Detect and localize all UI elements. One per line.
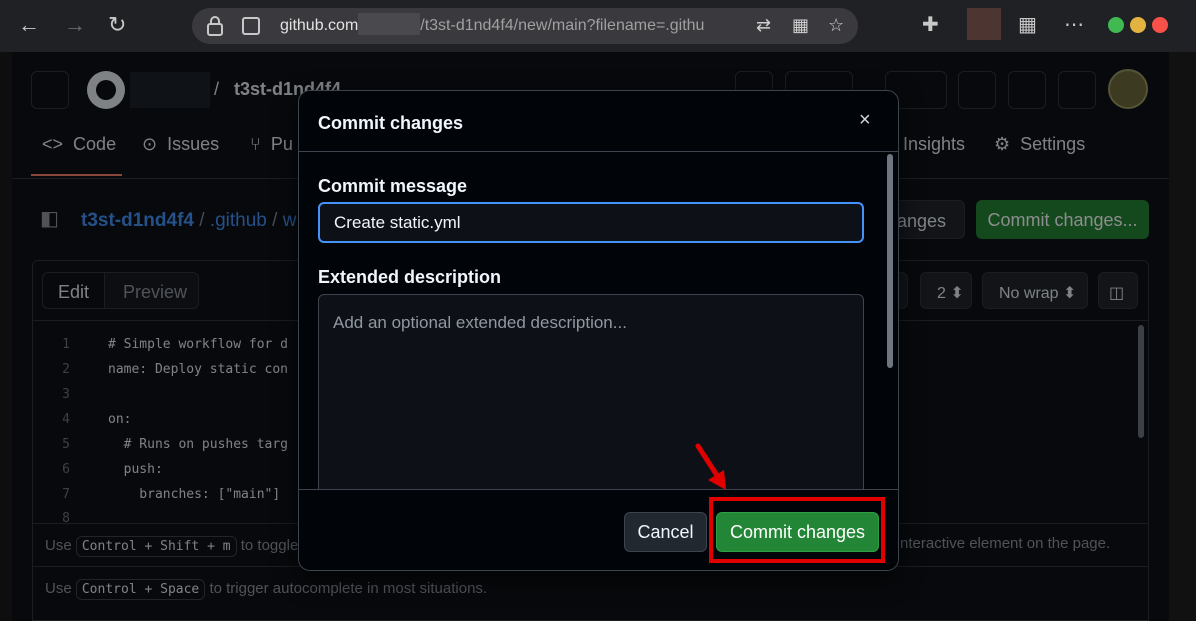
line-number: 2: [62, 362, 70, 377]
commit-message-label: Commit message: [318, 176, 468, 196]
gear-icon: ⚙: [994, 134, 1011, 154]
redacted-owner: [130, 72, 210, 108]
tab-settings[interactable]: ⚙ Settings: [994, 134, 1085, 155]
commit-message-input[interactable]: [318, 202, 864, 243]
cancel-button[interactable]: Cancel: [624, 512, 707, 552]
window-minimize-icon[interactable]: [1130, 17, 1146, 33]
tab-insights[interactable]: Insights: [903, 134, 965, 155]
pull-requests-icon[interactable]: [1008, 71, 1046, 109]
forward-arrow-icon[interactable]: →: [64, 12, 86, 38]
hamburger-menu-icon[interactable]: [31, 71, 69, 109]
tab-pull-requests[interactable]: ⑂ Pu: [250, 134, 293, 155]
line-number: 4: [62, 412, 70, 427]
code-line: name: Deploy static con: [108, 362, 289, 377]
lock-icon: [207, 16, 223, 36]
reload-icon[interactable]: ↻: [108, 12, 126, 38]
issues-circle-icon: ⊙: [142, 134, 158, 154]
wrap-mode-select[interactable]: No wrap ⬍: [982, 272, 1088, 309]
dialog-title: Commit changes: [318, 113, 464, 133]
panel-toggle-icon[interactable]: ◫: [1098, 272, 1138, 309]
breadcrumb: t3st-d1nd4f4 / .github / w: [81, 210, 297, 231]
page-scrollbar-track[interactable]: [1169, 52, 1196, 621]
site-info-icon[interactable]: [242, 17, 260, 35]
extensions-icon[interactable]: ✚: [922, 12, 939, 37]
issues-icon[interactable]: [958, 71, 996, 109]
extended-description-label: Extended description: [318, 267, 502, 287]
profile-swatch[interactable]: [967, 8, 1001, 40]
url-text: github.com/t3st-d1nd4f4/new/main?filenam…: [280, 13, 704, 35]
tab-code[interactable]: <> Code: [42, 134, 116, 155]
close-icon[interactable]: ×: [859, 109, 871, 132]
bookmark-icon[interactable]: ☆: [828, 15, 844, 36]
breadcrumb-folder[interactable]: .github: [210, 210, 267, 231]
code-line: # Runs on pushes targ: [108, 437, 289, 452]
more-menu-icon[interactable]: ⋯: [1064, 12, 1084, 37]
window-close-icon[interactable]: [1152, 17, 1168, 33]
indent-size-select[interactable]: 2 ⬍: [920, 272, 972, 309]
code-line: push:: [108, 462, 163, 477]
line-number: 5: [62, 437, 70, 452]
tab-issues[interactable]: ⊙ Issues: [142, 134, 219, 155]
code-line: on:: [108, 412, 132, 427]
address-bar[interactable]: github.com/t3st-d1nd4f4/new/main?filenam…: [192, 8, 858, 44]
red-arrow-icon: [695, 443, 726, 490]
breadcrumb-rest: w: [282, 210, 297, 231]
dialog-scrollbar[interactable]: [887, 154, 893, 368]
extended-description-input[interactable]: [318, 294, 864, 504]
highlight-box: [709, 497, 885, 563]
github-logo-icon[interactable]: [87, 71, 125, 109]
code-line: branches: ["main"]: [108, 487, 281, 502]
browser-toolbar: ← → ↻ github.com/t3st-d1nd4f4/new/main?f…: [0, 0, 1196, 52]
hint-continuation: nteractive element on the page.: [900, 535, 1111, 552]
file-tree-toggle-icon[interactable]: ◧: [40, 206, 59, 231]
pull-request-icon: ⑂: [250, 134, 261, 154]
window-maximize-icon[interactable]: [1108, 17, 1124, 33]
kbd-shortcut: Control + Shift + m: [75, 536, 237, 557]
line-number: 3: [62, 387, 70, 402]
keyboard-hint-autocomplete: Use Control + Space to trigger autocompl…: [33, 566, 1148, 608]
apps-grid-icon[interactable]: ▦: [792, 15, 809, 36]
line-number: 7: [62, 487, 70, 502]
kbd-shortcut: Control + Space: [75, 579, 206, 600]
edit-preview-toggle: Edit Preview: [42, 272, 199, 309]
code-line: # Simple workflow for d: [108, 337, 289, 352]
tab-edit[interactable]: Edit: [43, 273, 105, 308]
active-tab-indicator: [31, 174, 122, 176]
inbox-icon[interactable]: [1058, 71, 1096, 109]
line-number: 6: [62, 462, 70, 477]
redacted-block: [358, 13, 421, 35]
tab-preview[interactable]: Preview: [123, 282, 187, 303]
back-arrow-icon[interactable]: ←: [18, 12, 40, 38]
editor-scrollbar[interactable]: [1138, 325, 1144, 438]
breadcrumb-repo[interactable]: t3st-d1nd4f4: [81, 210, 194, 231]
sidebar-grid-icon[interactable]: ▦: [1018, 12, 1037, 37]
line-number: 1: [62, 337, 70, 352]
avatar[interactable]: [1108, 69, 1148, 109]
commit-changes-open-button[interactable]: Commit changes...: [976, 200, 1149, 239]
translate-icon[interactable]: ⇄: [756, 15, 771, 36]
dialog-divider: [299, 151, 898, 152]
code-icon: <>: [42, 134, 64, 154]
